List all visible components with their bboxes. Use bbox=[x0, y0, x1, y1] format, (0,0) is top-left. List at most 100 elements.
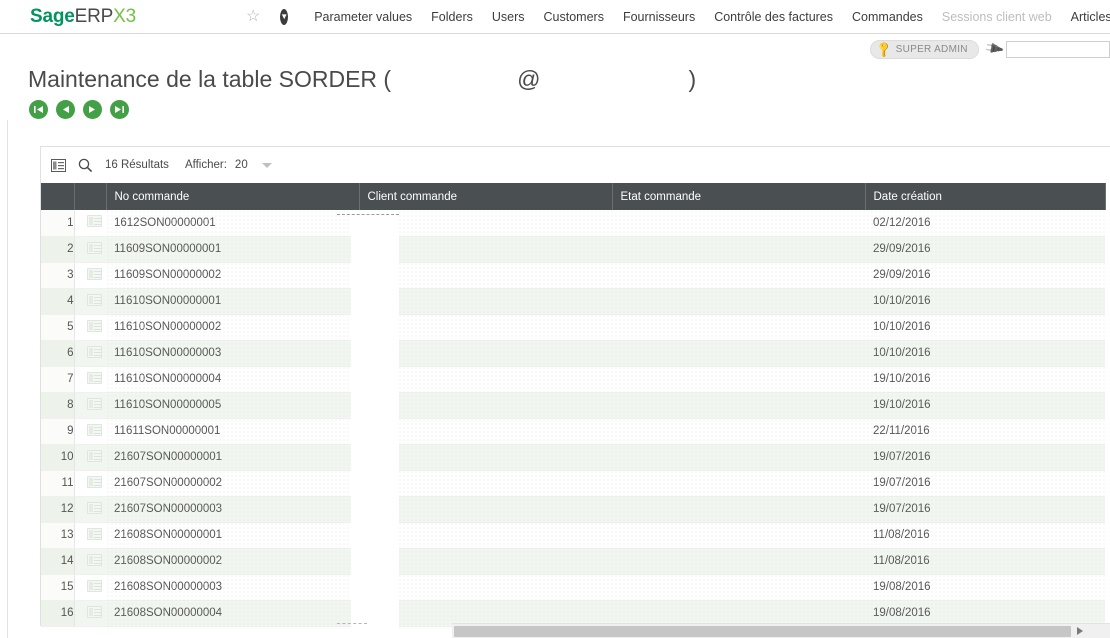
table-head: No commande Client commande Etat command… bbox=[41, 183, 1106, 210]
redacted-region-2 bbox=[540, 69, 689, 92]
table-row[interactable]: 2 11609SON00000001 OC 29/09/2016 bbox=[41, 236, 1105, 263]
column-header-icon[interactable] bbox=[74, 183, 107, 210]
row-detail-cell[interactable] bbox=[74, 470, 106, 497]
arrow-right-icon[interactable] bbox=[1077, 627, 1083, 635]
row-detail-cell[interactable] bbox=[74, 262, 106, 289]
table-row[interactable]: 10 21607SON00000001 OC 19/07/2016 bbox=[41, 444, 1105, 471]
row-detail-icon[interactable] bbox=[86, 345, 102, 358]
column-header-etat-commande[interactable]: Etat commande bbox=[612, 183, 866, 210]
row-detail-icon[interactable] bbox=[86, 475, 102, 488]
row-detail-cell[interactable] bbox=[74, 574, 106, 601]
results-panel: 16 Résultats Afficher: 20 No commande Cl… bbox=[40, 146, 1110, 632]
cell-client-commande: OC bbox=[359, 366, 612, 393]
row-detail-icon[interactable] bbox=[86, 449, 102, 462]
column-header-index[interactable] bbox=[41, 183, 75, 210]
cell-no-commande: 21607SON00000002 bbox=[106, 470, 359, 497]
nav-item-users[interactable]: Users bbox=[492, 10, 525, 24]
nav-item-controle-des-factures[interactable]: Contrôle des factures bbox=[714, 10, 833, 24]
chevron-down-icon[interactable]: ▼ bbox=[280, 8, 289, 25]
scrollbar-thumb[interactable] bbox=[454, 625, 1071, 637]
afficher-value[interactable]: 20 bbox=[235, 159, 248, 171]
cell-client-commande: PR bbox=[359, 548, 612, 575]
cell-client-commande: OC bbox=[359, 340, 612, 367]
row-detail-cell[interactable] bbox=[74, 418, 106, 445]
horizontal-scrollbar[interactable] bbox=[452, 623, 1110, 638]
cell-date-creation: 11/08/2016 bbox=[865, 548, 1105, 575]
top-navigation-bar: SageERPX3 ☆ ▼ Parameter values Folders U… bbox=[0, 0, 1110, 34]
row-detail-cell[interactable] bbox=[74, 366, 106, 393]
column-header-no-commande[interactable]: No commande bbox=[106, 183, 360, 210]
row-detail-cell[interactable] bbox=[74, 236, 106, 263]
first-record-button[interactable] bbox=[29, 100, 48, 119]
row-index: 13 bbox=[41, 522, 75, 549]
table-row[interactable]: 13 21608SON00000001 OC 11/08/2016 bbox=[41, 522, 1105, 549]
list-view-icon[interactable] bbox=[51, 158, 66, 172]
cell-etat-commande bbox=[612, 444, 865, 471]
row-detail-cell[interactable] bbox=[74, 444, 106, 471]
row-detail-icon[interactable] bbox=[86, 267, 102, 280]
row-detail-icon[interactable] bbox=[86, 423, 102, 436]
row-detail-cell[interactable] bbox=[74, 314, 106, 341]
row-detail-icon[interactable] bbox=[86, 319, 102, 332]
column-header-date-creation[interactable]: Date création bbox=[865, 183, 1106, 210]
redacted-region-1 bbox=[391, 69, 518, 92]
row-detail-cell[interactable] bbox=[74, 288, 106, 315]
table-row[interactable]: 8 11610SON00000005 OC 19/10/2016 bbox=[41, 392, 1105, 419]
row-index: 14 bbox=[41, 548, 75, 575]
search-icon[interactable] bbox=[78, 158, 93, 173]
row-detail-icon[interactable] bbox=[86, 371, 102, 384]
row-detail-icon[interactable] bbox=[86, 605, 102, 618]
left-edge-divider bbox=[7, 120, 8, 638]
cell-date-creation: 11/08/2016 bbox=[865, 522, 1105, 549]
row-detail-cell[interactable] bbox=[74, 210, 106, 237]
table-row[interactable]: 15 21608SON00000003 OC 19/08/2016 bbox=[41, 574, 1105, 601]
row-detail-icon[interactable] bbox=[86, 553, 102, 566]
row-detail-cell[interactable] bbox=[74, 548, 106, 575]
row-detail-icon[interactable] bbox=[86, 397, 102, 410]
cell-etat-commande bbox=[612, 236, 865, 263]
row-detail-icon[interactable] bbox=[86, 241, 102, 254]
row-index: 3 bbox=[41, 262, 75, 289]
next-record-button[interactable] bbox=[83, 100, 102, 119]
nav-item-articles[interactable]: Articles bbox=[1071, 10, 1110, 24]
row-detail-cell[interactable] bbox=[74, 496, 106, 523]
row-detail-cell[interactable] bbox=[74, 340, 106, 367]
connection-input[interactable] bbox=[1006, 40, 1110, 58]
favorite-star-icon[interactable]: ☆ bbox=[246, 8, 260, 25]
row-detail-cell[interactable] bbox=[74, 392, 106, 419]
table-row[interactable]: 1 1612SON00000001 OC 02/12/2016 bbox=[41, 210, 1105, 237]
table-row[interactable]: 4 11610SON00000001 OC 10/10/2016 bbox=[41, 288, 1105, 315]
cell-etat-commande bbox=[612, 210, 865, 237]
table-row[interactable]: 11 21607SON00000002 OC 19/07/2016 bbox=[41, 470, 1105, 497]
nav-item-parameter-values[interactable]: Parameter values bbox=[314, 10, 412, 24]
table-row[interactable]: 7 11610SON00000004 OC 19/10/2016 bbox=[41, 366, 1105, 393]
previous-record-button[interactable] bbox=[56, 100, 75, 119]
sage-erp-x3-logo[interactable]: SageERPX3 bbox=[30, 6, 136, 28]
nav-item-customers[interactable]: Customers bbox=[544, 10, 604, 24]
logo-erp: ERP bbox=[74, 5, 114, 27]
nav-item-folders[interactable]: Folders bbox=[431, 10, 473, 24]
cell-no-commande: 11609SON00000002 bbox=[106, 262, 359, 289]
row-detail-icon[interactable] bbox=[86, 579, 102, 592]
super-admin-badge[interactable]: 🔑 SUPER ADMIN bbox=[869, 39, 979, 59]
row-detail-cell[interactable] bbox=[74, 600, 106, 627]
row-detail-icon[interactable] bbox=[86, 501, 102, 514]
row-detail-icon[interactable] bbox=[86, 527, 102, 540]
row-detail-cell[interactable] bbox=[74, 522, 106, 549]
chevron-down-icon[interactable] bbox=[261, 162, 272, 168]
column-header-client-commande[interactable]: Client commande bbox=[359, 183, 613, 210]
nav-item-commandes[interactable]: Commandes bbox=[852, 10, 923, 24]
last-record-button[interactable] bbox=[110, 100, 129, 119]
row-detail-icon[interactable] bbox=[86, 215, 102, 228]
table-row[interactable]: 14 21608SON00000002 PR 11/08/2016 bbox=[41, 548, 1105, 575]
table-row[interactable]: 6 11610SON00000003 OC 10/10/2016 bbox=[41, 340, 1105, 367]
nav-item-sessions-client-web[interactable]: Sessions client web bbox=[942, 10, 1052, 24]
table-row[interactable]: 3 11609SON00000002 OC 29/09/2016 bbox=[41, 262, 1105, 289]
nav-item-fournisseurs[interactable]: Fournisseurs bbox=[623, 10, 695, 24]
cell-client-commande: OC bbox=[359, 288, 612, 315]
table-row[interactable]: 5 11610SON00000002 OC 10/10/2016 bbox=[41, 314, 1105, 341]
row-detail-icon[interactable] bbox=[86, 293, 102, 306]
row-index: 15 bbox=[41, 574, 75, 601]
table-row[interactable]: 12 21607SON00000003 OC 19/07/2016 bbox=[41, 496, 1105, 523]
table-row[interactable]: 9 11611SON00000001 OC 22/11/2016 bbox=[41, 418, 1105, 445]
